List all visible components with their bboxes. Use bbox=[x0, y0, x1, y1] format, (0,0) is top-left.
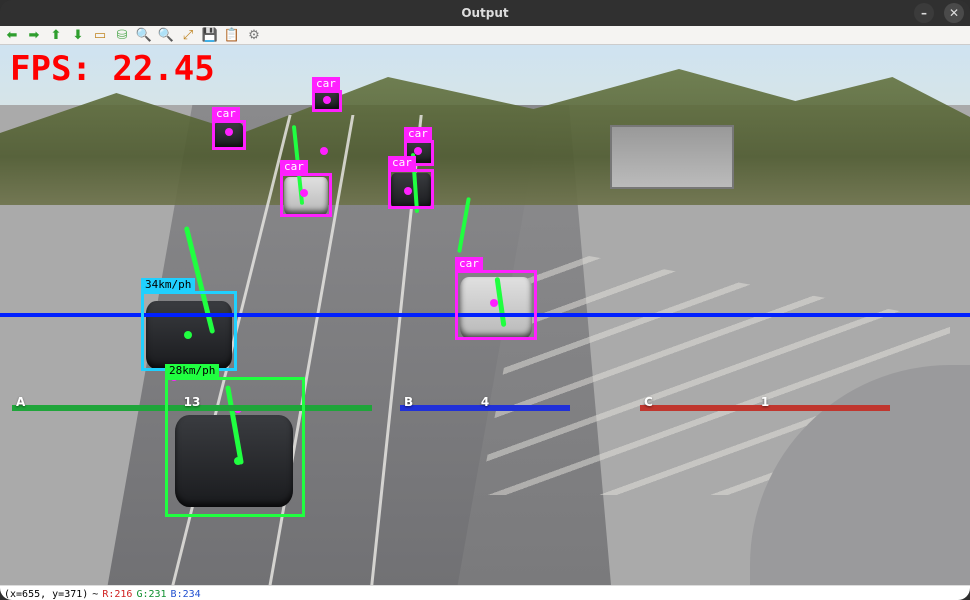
centroid-dot bbox=[320, 147, 328, 155]
counter-label: B bbox=[404, 395, 413, 409]
titlebar: Output – ✕ bbox=[0, 0, 970, 26]
detection-box: 34km/ph bbox=[141, 291, 237, 371]
counter-value: 4 bbox=[481, 395, 489, 409]
detection-box: 28km/ph bbox=[165, 377, 305, 517]
pixel-b: B:234 bbox=[171, 589, 201, 600]
zoom-out-icon[interactable]: 🔍 bbox=[158, 27, 174, 43]
detection-box: car bbox=[212, 120, 246, 150]
disk-icon[interactable]: ⛁ bbox=[114, 27, 130, 43]
detection-label: car bbox=[388, 156, 416, 169]
statusbar: (x=655, y=371) ~ R:216 G:231 B:234 bbox=[0, 585, 970, 600]
save-icon[interactable]: 💾 bbox=[202, 27, 218, 43]
window-title: Output bbox=[461, 6, 508, 20]
clipboard-icon[interactable]: 📋 bbox=[224, 27, 240, 43]
down-arrow-icon[interactable]: ⬇ bbox=[70, 27, 86, 43]
left-arrow-icon[interactable]: ⬅ bbox=[4, 27, 20, 43]
toolbar: ⬅ ➡ ⬆ ⬇ ▭ ⛁ 🔍 🔍 ⤢ 💾 📋 ⚙ bbox=[0, 26, 970, 45]
detection-label: 34km/ph bbox=[141, 278, 195, 291]
close-button[interactable]: ✕ bbox=[944, 3, 964, 23]
detection-label: car bbox=[280, 160, 308, 173]
detection-box: car bbox=[388, 169, 434, 209]
camera-icon[interactable]: ▭ bbox=[92, 27, 108, 43]
detection-label: car bbox=[312, 77, 340, 90]
detection-box: car bbox=[312, 90, 342, 112]
detection-label: 28km/ph bbox=[165, 364, 219, 377]
counter-bar-c: C 1 bbox=[640, 405, 890, 411]
minimize-button[interactable]: – bbox=[914, 3, 934, 23]
zoom-in-icon[interactable]: 🔍 bbox=[136, 27, 152, 43]
pixel-g: G:231 bbox=[136, 589, 166, 600]
counter-value: 1 bbox=[761, 395, 769, 409]
counter-label: C bbox=[644, 395, 653, 409]
up-arrow-icon[interactable]: ⬆ bbox=[48, 27, 64, 43]
pixel-r: R:216 bbox=[102, 589, 132, 600]
detection-label: car bbox=[212, 107, 240, 120]
counter-label: A bbox=[16, 395, 25, 409]
detection-label: car bbox=[404, 127, 432, 140]
zoom-fit-icon[interactable]: ⤢ bbox=[180, 27, 196, 43]
detection-label: car bbox=[455, 257, 483, 270]
cursor-coord: (x=655, y=371) bbox=[4, 589, 88, 600]
counter-bar-b: B 4 bbox=[400, 405, 570, 411]
separator: ~ bbox=[92, 589, 98, 600]
settings-icon[interactable]: ⚙ bbox=[246, 27, 262, 43]
right-arrow-icon[interactable]: ➡ bbox=[26, 27, 42, 43]
detection-box: car bbox=[280, 173, 332, 217]
video-viewport: FPS: 22.45 A 13 B 4 C 1 carcarcarcarcarc… bbox=[0, 45, 970, 585]
detection-box: car bbox=[455, 270, 537, 340]
fps-overlay: FPS: 22.45 bbox=[10, 49, 215, 89]
